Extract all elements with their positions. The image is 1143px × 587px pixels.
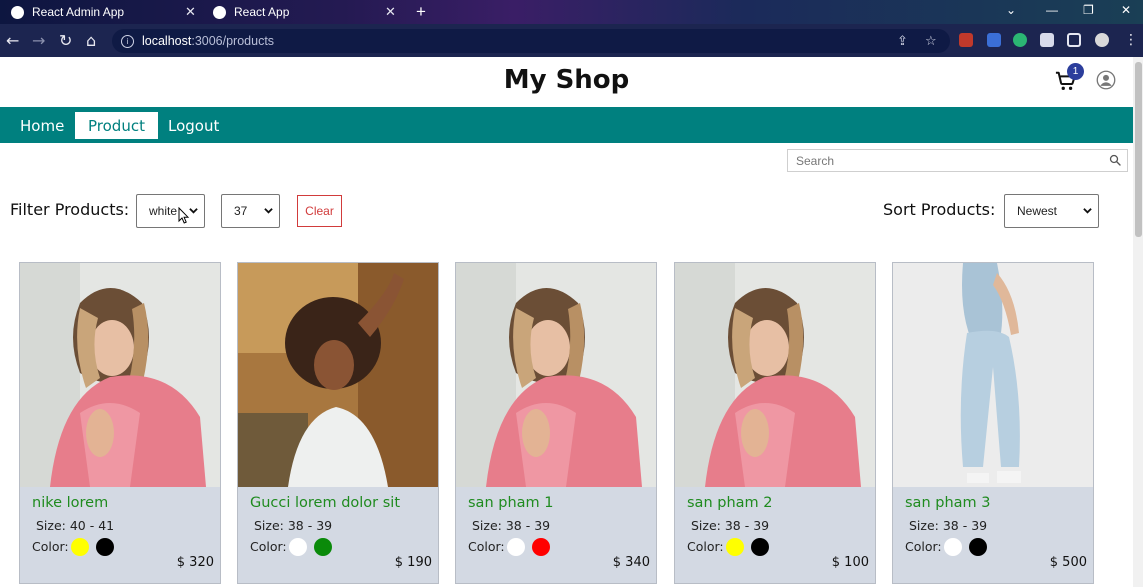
puzzle-extensions-icon[interactable] [1040, 33, 1054, 47]
globe-icon [213, 5, 226, 19]
product-price: $ 340 [612, 555, 650, 570]
product-name[interactable]: san pham 1 [468, 495, 553, 511]
site-info-icon[interactable]: i [121, 34, 134, 48]
color-swatch [289, 538, 307, 556]
product-size: Size: 38 - 39 [254, 518, 333, 533]
product-card[interactable]: san pham 3 Size: 38 - 39 Color: $ 500 [892, 262, 1094, 584]
browser-toolbar: ← → ↻ ⌂ i localhost:3006/products ⇪ ☆ ⋮ [0, 24, 1143, 57]
color-swatch [532, 538, 550, 556]
cart-count-badge: 1 [1067, 63, 1084, 80]
main-nav: Home Product Logout [0, 107, 1133, 143]
user-account-icon[interactable] [1096, 70, 1116, 90]
forward-icon[interactable]: → [32, 31, 45, 50]
product-image[interactable] [238, 263, 438, 487]
extension-icon[interactable] [987, 33, 1001, 47]
profile-avatar-icon[interactable] [1095, 33, 1109, 47]
side-panel-icon[interactable] [1067, 33, 1081, 47]
product-size: Size: 38 - 39 [691, 518, 770, 533]
product-image[interactable] [675, 263, 875, 487]
chevron-down-icon [1083, 208, 1092, 214]
sort-select[interactable]: Newest [1004, 194, 1099, 228]
tab-search-icon[interactable]: ⌄ [1006, 3, 1016, 17]
product-size: Size: 38 - 39 [909, 518, 988, 533]
product-size: Size: 38 - 39 [472, 518, 551, 533]
product-price: $ 100 [831, 555, 869, 570]
close-tab-icon[interactable]: ✕ [385, 4, 396, 20]
tab-react-app[interactable]: React App ✕ [213, 0, 403, 24]
nav-item-product[interactable]: Product [75, 112, 158, 139]
search-icon[interactable] [1109, 154, 1121, 166]
color-swatch [969, 538, 987, 556]
chevron-down-icon [189, 208, 198, 214]
address-bar[interactable]: i localhost:3006/products ⇪ ☆ [112, 29, 950, 53]
color-filter-select[interactable]: white [136, 194, 205, 228]
page-title: My Shop [503, 65, 630, 95]
product-name[interactable]: san pham 2 [687, 495, 772, 511]
color-swatch [507, 538, 525, 556]
bookmark-star-icon[interactable]: ☆ [925, 34, 937, 49]
product-image[interactable] [456, 263, 656, 487]
filter-products-label: Filter Products: [10, 200, 130, 219]
color-swatch [71, 538, 89, 556]
product-name[interactable]: san pham 3 [905, 495, 990, 511]
minimize-icon[interactable]: — [1046, 3, 1058, 17]
back-icon[interactable]: ← [6, 31, 19, 50]
url-text: localhost:3006/products [142, 34, 275, 48]
product-size: Size: 40 - 41 [36, 518, 115, 533]
home-icon[interactable]: ⌂ [86, 31, 96, 50]
reload-icon[interactable]: ↻ [59, 31, 72, 50]
size-filter-value: 37 [234, 204, 248, 218]
close-window-icon[interactable]: ✕ [1121, 3, 1131, 17]
color-swatch [314, 538, 332, 556]
extension-icon[interactable] [1013, 33, 1027, 47]
size-filter-select[interactable]: 37 [221, 194, 280, 228]
scrollbar-thumb[interactable] [1135, 62, 1142, 237]
color-swatch [944, 538, 962, 556]
tab-title: React App [234, 5, 290, 19]
product-color-label: Color: [32, 539, 69, 554]
product-price: $ 190 [394, 555, 432, 570]
extension-icon[interactable] [959, 33, 973, 47]
product-card[interactable]: san pham 1 Size: 38 - 39 Color: $ 340 [455, 262, 657, 584]
search-box [787, 149, 1128, 172]
product-image[interactable] [20, 263, 220, 487]
product-name[interactable]: nike lorem [32, 495, 108, 511]
product-color-label: Color: [250, 539, 287, 554]
sort-products-label: Sort Products: [883, 200, 996, 219]
mouse-cursor-icon [178, 207, 190, 224]
close-tab-icon[interactable]: ✕ [185, 4, 196, 20]
product-name[interactable]: Gucci lorem dolor sit [250, 495, 400, 511]
product-price: $ 320 [176, 555, 214, 570]
product-price: $ 500 [1049, 555, 1087, 570]
product-card[interactable]: nike lorem Size: 40 - 41 Color: $ 320 [19, 262, 221, 584]
restore-icon[interactable]: ❐ [1083, 3, 1094, 17]
color-swatch [96, 538, 114, 556]
clear-filter-button[interactable]: Clear [297, 195, 342, 227]
browser-menu-icon[interactable]: ⋮ [1124, 32, 1138, 48]
sort-value: Newest [1017, 204, 1058, 218]
tab-title: React Admin App [32, 5, 125, 19]
product-image[interactable] [893, 263, 1093, 487]
new-tab-icon[interactable]: + [416, 2, 426, 22]
shop-page: My Shop 1 Home Product Logout Filter Pro… [0, 57, 1133, 587]
color-swatch [726, 538, 744, 556]
product-card[interactable]: Gucci lorem dolor sit Size: 38 - 39 Colo… [237, 262, 439, 584]
search-input[interactable] [788, 150, 1098, 171]
nav-item-logout[interactable]: Logout [155, 112, 232, 139]
tab-react-admin-app[interactable]: React Admin App ✕ [11, 0, 201, 24]
product-card[interactable]: san pham 2 Size: 38 - 39 Color: $ 100 [674, 262, 876, 584]
globe-icon [11, 5, 24, 19]
product-color-label: Color: [468, 539, 505, 554]
product-color-label: Color: [687, 539, 724, 554]
browser-tab-strip: React Admin App ✕ React App ✕ + ⌄ — ❐ ✕ [0, 0, 1143, 24]
product-color-label: Color: [905, 539, 942, 554]
nav-item-home[interactable]: Home [7, 112, 77, 139]
color-filter-value: white [149, 204, 178, 218]
color-swatch [751, 538, 769, 556]
chevron-down-icon [264, 208, 273, 214]
share-icon[interactable]: ⇪ [897, 34, 908, 49]
